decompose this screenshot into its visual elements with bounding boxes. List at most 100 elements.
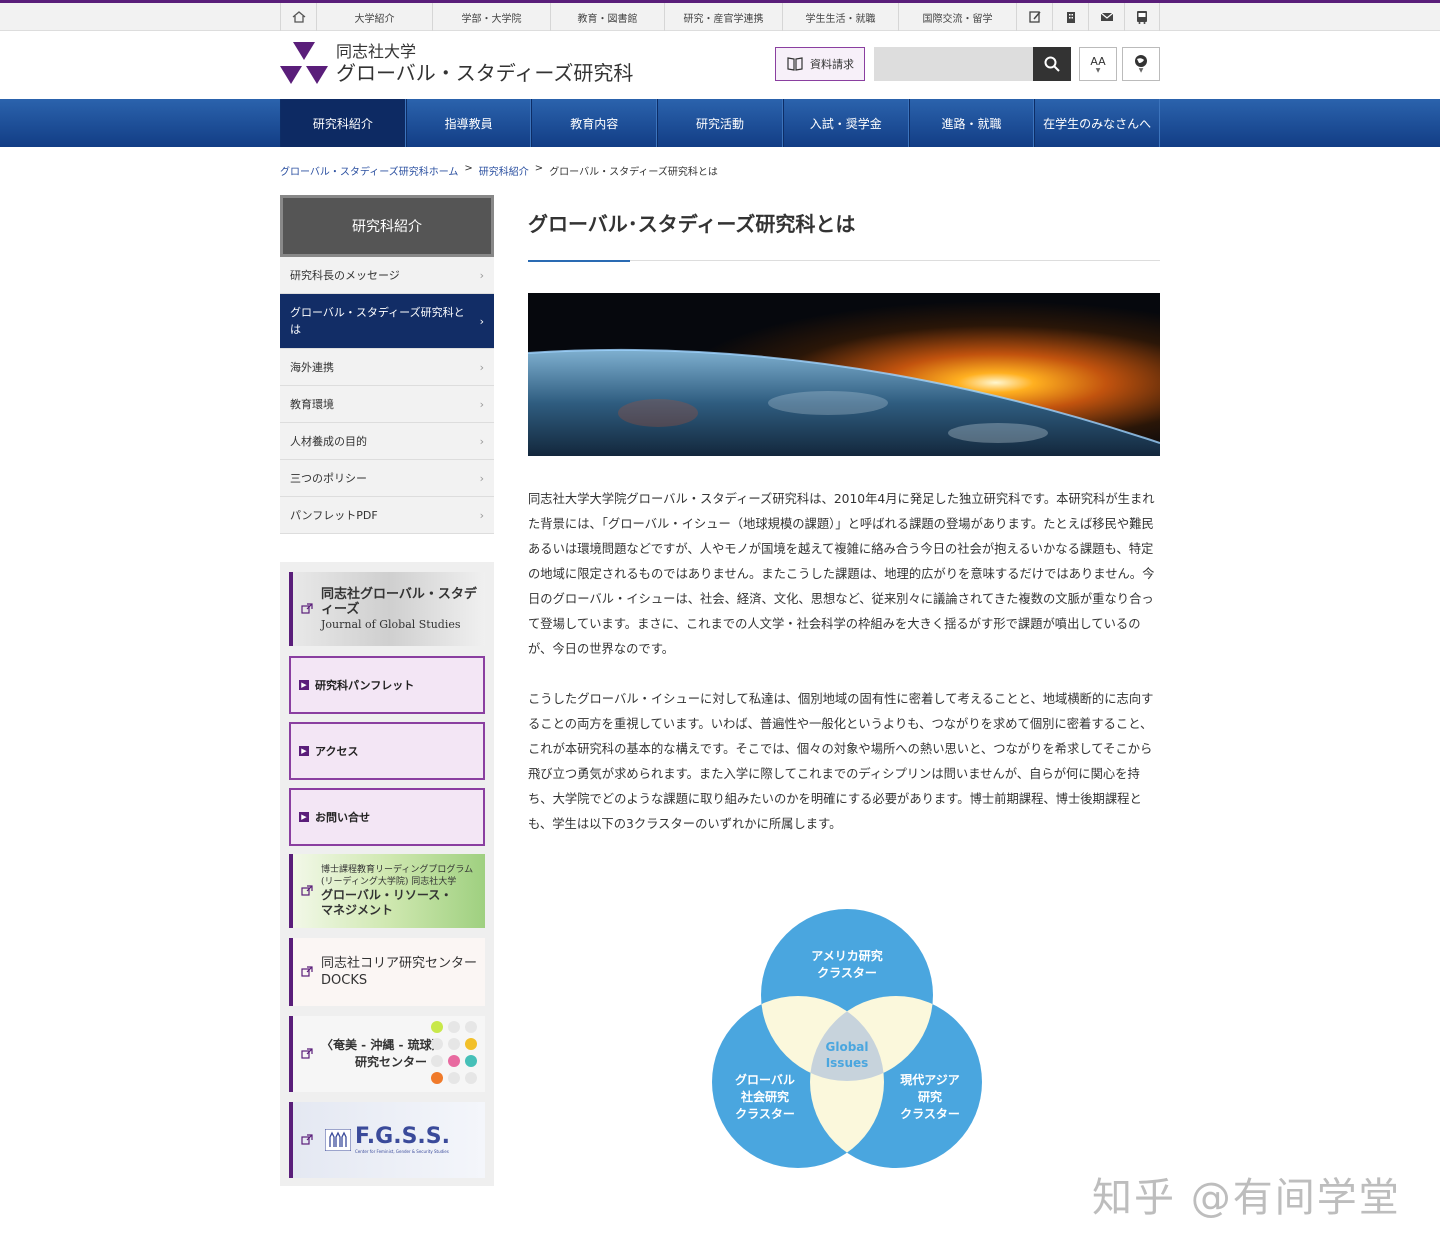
sidebar-item-label: グローバル・スタディーズ研究科とは <box>290 306 465 336</box>
intro-paragraph-2: こうしたグローバル・イシューに対して私達は、個別地域の固有性に密着して考えること… <box>528 692 1154 831</box>
util-link-about[interactable]: 大学紹介 <box>316 3 432 31</box>
sidebar-item-purpose[interactable]: 人材養成の目的 › <box>280 423 494 460</box>
sidebar-item-policies[interactable]: 三つのポリシー › <box>280 460 494 497</box>
external-link-icon <box>301 966 313 977</box>
search-icon <box>1044 56 1060 72</box>
breadcrumb: グローバル・スタディーズ研究科ホーム > 研究科紹介 > グローバル・スタディー… <box>280 163 718 178</box>
korea-line2: DOCKS <box>321 973 368 988</box>
venn-label-left-3: クラスター <box>735 1107 795 1121</box>
contact-banner[interactable]: ▶ お問い合せ <box>289 788 485 846</box>
leading-program-banner[interactable]: 博士課程教育リーディングプログラム (リーディング大学院) 同志社大学 グローバ… <box>289 854 485 928</box>
venn-label-left-1: グローバル <box>735 1072 795 1087</box>
korea-center-banner[interactable]: 同志社コリア研究センター DOCKS <box>289 938 485 1006</box>
util-link-student-life[interactable]: 学生生活・就職 <box>782 3 898 31</box>
journal-subtitle: Journal of Global Studies <box>321 617 461 631</box>
sidebar-item-environment[interactable]: 教育環境 › <box>280 386 494 423</box>
breadcrumb-separator: > <box>464 163 473 174</box>
sidebar-item-label: 教育環境 <box>290 398 334 411</box>
arrow-right-icon: ▶ <box>299 746 309 756</box>
chevron-right-icon: › <box>479 314 484 328</box>
external-link-icon <box>301 1048 313 1059</box>
external-link-icon <box>301 1134 313 1145</box>
leading-line1: 博士課程教育リーディングプログラム <box>321 865 474 875</box>
colored-dots-decoration <box>431 1021 477 1084</box>
nav-item-research[interactable]: 研究活動 <box>657 99 783 147</box>
venn-label-right-3: クラスター <box>900 1107 960 1121</box>
caret-down-icon: ▼ <box>1138 67 1144 74</box>
leading-title1: グローバル・リソース・ <box>321 888 453 902</box>
journal-banner[interactable]: 同志社グローバル・スタディーズ Journal of Global Studie… <box>289 572 485 646</box>
main-navigation: 研究科紹介 指導教員 教育内容 研究活動 入試・奨学金 進路・就職 在学生のみな… <box>0 99 1440 147</box>
util-link-education[interactable]: 教育・図書館 <box>550 3 664 31</box>
site-logo[interactable]: 同志社大学 グローバル・スタディーズ研究科 <box>280 42 633 86</box>
venn-label-center-2: Issues <box>826 1056 869 1070</box>
external-link-icon <box>301 885 313 896</box>
utility-bar: 大学紹介 学部・大学院 教育・図書館 研究・産官学連携 学生生活・就職 国際交流… <box>0 3 1440 31</box>
doshisha-emblem-icon <box>280 42 328 84</box>
sidebar-item-about[interactable]: グローバル・スタディーズ研究科とは › <box>280 294 494 349</box>
sidebar-heading: 研究科紹介 <box>280 195 494 257</box>
breadcrumb-separator: > <box>534 163 544 174</box>
nav-item-faculty[interactable]: 指導教員 <box>405 99 532 147</box>
breadcrumb-current: グローバル・スタディーズ研究科とは <box>549 167 718 178</box>
chevron-right-icon: › <box>479 471 484 485</box>
nav-item-careers[interactable]: 進路・就職 <box>908 99 1035 147</box>
venn-label-center-1: Global <box>825 1040 868 1054</box>
amami-line2: 研究センター <box>355 1055 428 1069</box>
building-icon[interactable] <box>1052 3 1088 31</box>
page-title: グローバル･スタディーズ研究科とは <box>528 212 856 236</box>
access-label: アクセス <box>315 745 359 758</box>
sidebar-item-message[interactable]: 研究科長のメッセージ › <box>280 257 494 294</box>
chevron-right-icon: › <box>479 268 484 282</box>
sidebar: 研究科紹介 研究科長のメッセージ › グローバル・スタディーズ研究科とは › 海外連… <box>280 195 494 534</box>
nav-item-admissions[interactable]: 入試・奨学金 <box>782 99 909 147</box>
watermark: 知乎 @有间学堂 <box>1092 1175 1401 1221</box>
amami-center-banner[interactable]: 〈奄美 - 沖縄 - 琉球〉 研究センター <box>289 1016 485 1092</box>
language-button[interactable]: ▼ <box>1122 47 1160 81</box>
graduate-school-name: グローバル・スタディーズ研究科 <box>336 61 634 85</box>
nav-item-current-students[interactable]: 在学生のみなさんへ <box>1034 99 1161 147</box>
venn-label-top-1: アメリカ研究 <box>811 948 882 963</box>
search-button[interactable] <box>1033 47 1071 81</box>
font-size-label: AA <box>1090 54 1106 68</box>
leading-title2: マネジメント <box>321 903 394 917</box>
earth-sunrise-hero-image <box>528 293 1160 456</box>
caret-down-icon: ▼ <box>1095 66 1101 74</box>
edit-icon[interactable] <box>1016 3 1052 31</box>
sidebar-item-label: 三つのポリシー <box>290 472 367 485</box>
pamphlet-banner[interactable]: ▶ 研究科パンフレット <box>289 656 485 714</box>
korea-line1: 同志社コリア研究センター <box>321 956 478 971</box>
access-banner[interactable]: ▶ アクセス <box>289 722 485 780</box>
sidebar-item-label: パンフレットPDF <box>290 509 378 522</box>
fgss-title: F.G.S.S. <box>355 1124 450 1149</box>
bus-icon[interactable] <box>1124 3 1160 31</box>
mail-icon[interactable] <box>1088 3 1124 31</box>
chevron-right-icon: › <box>479 360 484 374</box>
fgss-banner[interactable]: F.G.S.S. Center for Feminist, Gender & S… <box>289 1102 485 1178</box>
request-materials-button[interactable]: 資料請求 <box>775 47 865 81</box>
sidebar-item-overseas[interactable]: 海外連携 › <box>280 349 494 386</box>
nav-item-overview[interactable]: 研究科紹介 <box>280 99 406 147</box>
intro-paragraph-1: 同志社大学大学院グローバル・スタディーズ研究科は、2010年4月に発足した独立研… <box>528 492 1155 656</box>
chevron-right-icon: › <box>479 508 484 522</box>
amami-line1: 〈奄美 - 沖縄 - 琉球〉 <box>321 1038 444 1052</box>
chevron-right-icon: › <box>479 434 484 448</box>
util-link-international[interactable]: 国際交流・留学 <box>898 3 1016 31</box>
title-divider-accent <box>528 260 630 262</box>
breadcrumb-home[interactable]: グローバル・スタディーズ研究科ホーム <box>280 163 458 178</box>
font-size-button[interactable]: AA ▼ <box>1079 47 1117 81</box>
venn-label-right-1: 現代アジア <box>900 1072 960 1087</box>
leading-line2: (リーディング大学院) 同志社大学 <box>321 877 457 887</box>
venn-label-top-2: クラスター <box>817 966 877 980</box>
sidebar-item-label: 海外連携 <box>290 361 334 374</box>
sidebar-item-pamphlet-pdf[interactable]: パンフレットPDF › <box>280 497 494 534</box>
chevron-right-icon: › <box>479 397 484 411</box>
breadcrumb-section[interactable]: 研究科紹介 <box>479 163 529 178</box>
contact-label: お問い合せ <box>315 811 370 824</box>
arrow-right-icon: ▶ <box>299 812 309 822</box>
home-icon[interactable] <box>280 3 316 31</box>
util-link-research[interactable]: 研究・産官学連携 <box>664 3 782 31</box>
search-input[interactable] <box>874 47 1033 81</box>
nav-item-curriculum[interactable]: 教育内容 <box>531 99 658 147</box>
util-link-faculties[interactable]: 学部・大学院 <box>432 3 550 31</box>
